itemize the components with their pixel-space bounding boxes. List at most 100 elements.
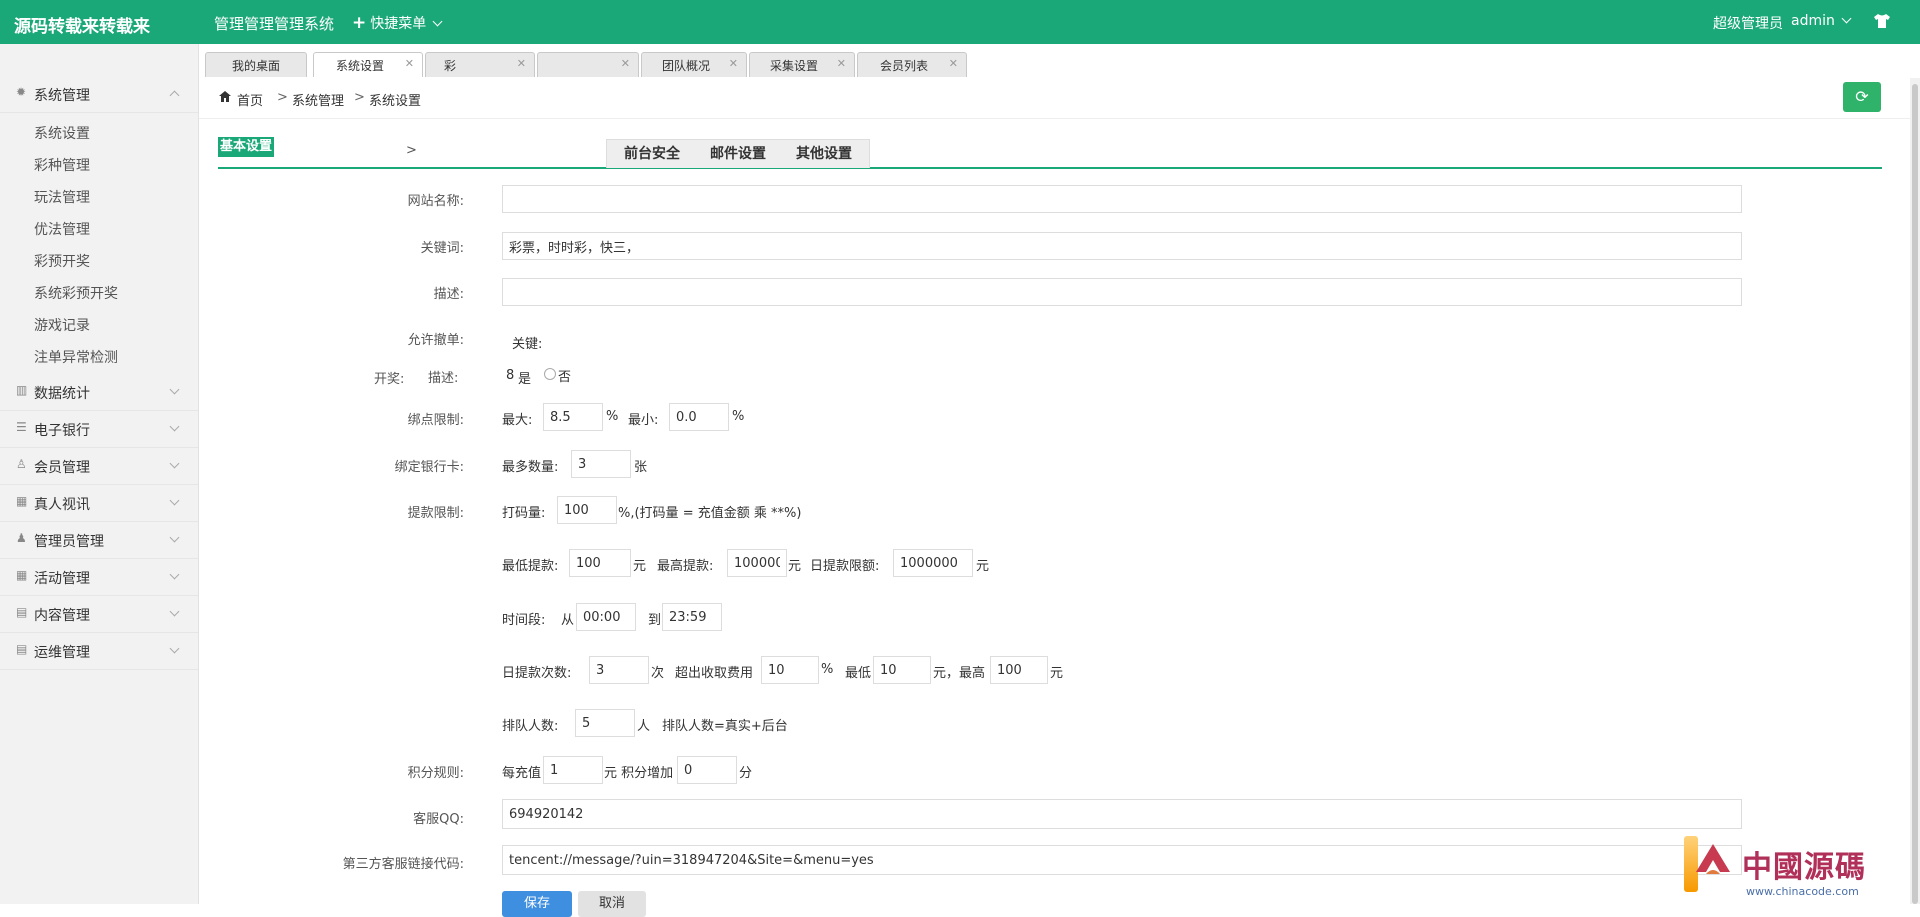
grid-icon: ▦ (16, 494, 28, 508)
sidebar-item-lottery-types[interactable]: 彩种管理 (34, 155, 90, 175)
rebate-max-unit: % (606, 409, 619, 424)
tab-other-settings[interactable]: 其他设置 (796, 143, 852, 163)
close-icon[interactable]: ✕ (837, 57, 846, 70)
sidebar-group-system[interactable]: ✹ 系统管理 (0, 76, 198, 113)
tab-basic-settings[interactable]: 基本设置 (218, 137, 274, 157)
gear-icon: ✹ (16, 85, 27, 99)
chevron-down-icon (169, 458, 180, 469)
qq-input[interactable] (502, 799, 1742, 829)
tab-system-settings[interactable]: 系统设置 ✕ (313, 52, 423, 77)
bank-card-max-input[interactable] (571, 450, 631, 478)
radio-yes-label: 是 (518, 372, 532, 387)
fee-input[interactable] (761, 656, 819, 684)
system-name: 管理管理管理系统 (214, 15, 335, 33)
tab-separator: > (406, 143, 417, 158)
points-input[interactable] (677, 756, 737, 784)
queue-unit: 人 (637, 719, 651, 734)
sidebar-group-admins[interactable]: ♟ 管理员管理 (0, 522, 198, 559)
refresh-button[interactable]: ⟳ (1843, 82, 1881, 112)
save-button[interactable]: 保存 (502, 891, 572, 917)
daily-limit-input[interactable] (893, 549, 973, 577)
form-tab-bar: 基本设置 > 前台安全 邮件设置 其他设置 (218, 137, 1882, 169)
max-withdraw-input[interactable] (727, 549, 787, 577)
scrollbar-thumb[interactable] (1912, 84, 1918, 904)
close-icon[interactable]: ✕ (949, 57, 958, 70)
sidebar-group-live-video[interactable]: ▦ 真人视讯 (0, 485, 198, 522)
fee-min-label: 最低 (845, 666, 872, 681)
sidebar-item-bet-anomaly[interactable]: 注单异常检测 (34, 347, 118, 367)
username: admin (1791, 13, 1835, 29)
sidebar-item-system-draw[interactable]: 系统彩预开奖 (34, 283, 118, 303)
daily-times-unit: 次 (651, 666, 665, 681)
quick-menu-label: 快捷菜单 (370, 16, 427, 32)
close-icon[interactable]: ✕ (729, 57, 738, 70)
points-rule-label: 积分规则: (407, 766, 464, 781)
fee-max-input[interactable] (990, 656, 1048, 684)
keywords-input[interactable] (502, 232, 1742, 260)
tshirt-icon[interactable] (1873, 13, 1891, 33)
tab-lottery[interactable]: 彩 ✕ (425, 52, 535, 77)
recharge-input[interactable] (543, 756, 603, 784)
fee-min-input[interactable] (873, 656, 931, 684)
quick-menu-button[interactable]: + 快捷菜单 (352, 13, 443, 33)
close-icon[interactable]: ✕ (405, 57, 414, 70)
sidebar-item-play-rules[interactable]: 玩法管理 (34, 187, 90, 207)
bet-amount-input[interactable] (557, 496, 617, 524)
time-to-input[interactable] (662, 603, 722, 631)
user-menu[interactable]: admin (1791, 13, 1852, 29)
tab-collect-settings[interactable]: 采集设置 ✕ (749, 52, 855, 77)
sidebar-group-ebank[interactable]: ☰ 电子银行 (0, 411, 198, 448)
third-party-input[interactable] (502, 845, 1742, 875)
fee-unit: % (821, 662, 834, 677)
vertical-scrollbar[interactable] (1910, 78, 1920, 904)
chevron-down-icon (1841, 13, 1852, 24)
rebate-min-unit: % (732, 409, 745, 424)
queue-input[interactable] (575, 709, 635, 737)
rebate-max-input[interactable] (543, 403, 603, 431)
close-icon[interactable]: ✕ (621, 57, 630, 70)
bank-card-label: 绑定银行卡: (394, 460, 464, 475)
tab-hidden[interactable]: ✕ (537, 52, 639, 77)
withdraw-limit-label: 提款限制: (407, 506, 464, 521)
breadcrumb-current: 系统设置 (369, 94, 422, 109)
third-party-label: 第三方客服链接代码: (342, 857, 464, 872)
min-withdraw-input[interactable] (569, 549, 631, 577)
watermark: 中國源碼 www.chinacode.com (1684, 836, 1920, 904)
breadcrumb-separator: > (277, 90, 288, 105)
tab-desktop[interactable]: 我的桌面 (205, 52, 307, 77)
cancel-button[interactable]: 取消 (578, 891, 646, 917)
tab-member-list[interactable]: 会员列表 ✕ (857, 52, 967, 77)
daily-times-input[interactable] (589, 656, 649, 684)
breadcrumb-system[interactable]: 系统管理 (292, 90, 344, 109)
sidebar-group-content[interactable]: ▤ 内容管理 (0, 596, 198, 633)
sidebar-item-game-records[interactable]: 游戏记录 (34, 315, 90, 335)
sidebar-item-system-settings[interactable]: 系统设置 (34, 123, 90, 143)
sidebar-group-stats[interactable]: ▥ 数据统计 (0, 374, 198, 411)
fee-max-label: 元，最高 (933, 666, 986, 681)
sidebar-group-activities[interactable]: ▦ 活动管理 (0, 559, 198, 596)
rebate-min-input[interactable] (669, 403, 729, 431)
site-name-label: 网站名称: (407, 194, 464, 209)
tab-team-overview[interactable]: 团队概况 ✕ (641, 52, 747, 77)
breadcrumb-home[interactable]: 首页 (237, 90, 263, 109)
watermark-logo-icon (1696, 844, 1730, 874)
sidebar-group-ops[interactable]: ▤ 运维管理 (0, 633, 198, 670)
list-icon: ☰ (16, 420, 27, 434)
site-name-input[interactable] (502, 185, 1742, 213)
sidebar-group-members[interactable]: ♙ 会员管理 (0, 448, 198, 485)
close-icon[interactable]: ✕ (517, 57, 526, 70)
daily-limit-unit: 元 (976, 559, 990, 574)
time-from-input[interactable] (576, 603, 636, 631)
refresh-icon: ⟳ (1855, 87, 1869, 106)
radio-no[interactable] (544, 368, 556, 380)
breadcrumb-separator: > (354, 90, 365, 105)
tab-frontend-security[interactable]: 前台安全 (624, 143, 680, 163)
description-input[interactable] (502, 278, 1742, 306)
tab-email-settings[interactable]: 邮件设置 (710, 143, 766, 163)
sidebar-item-odds[interactable]: 优法管理 (34, 219, 90, 239)
allow-cancel-option[interactable]: 关键: (512, 333, 542, 352)
radio-no-label: 否 (558, 370, 572, 385)
keywords-label: 关键词: (420, 241, 464, 256)
sidebar-item-draw[interactable]: 彩预开奖 (34, 251, 90, 271)
user-icon: ♙ (16, 457, 27, 471)
